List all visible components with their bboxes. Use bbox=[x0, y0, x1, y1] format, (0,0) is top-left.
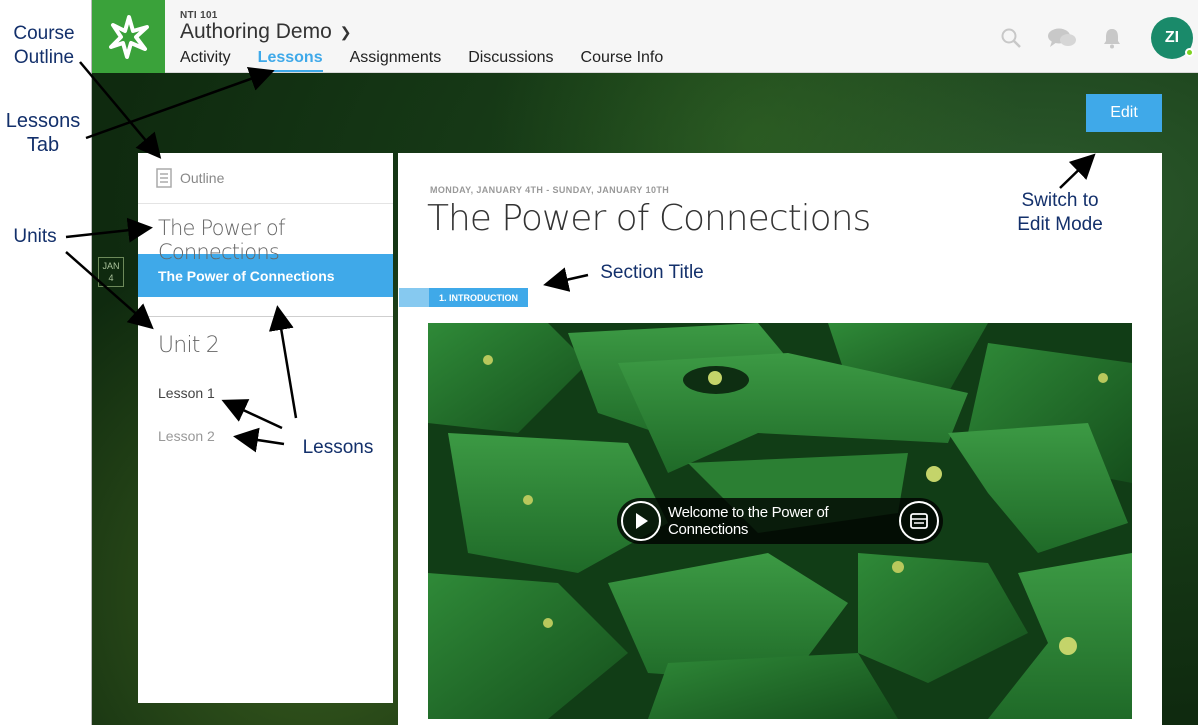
unit-title[interactable]: The Power of Connections bbox=[138, 204, 393, 264]
annotation-edit-mode: Switch to Edit Mode bbox=[1004, 189, 1116, 237]
lesson-outline-sidebar: Outline The Power of Connections The Pow… bbox=[138, 153, 393, 703]
chevron-down-icon: ❯ bbox=[339, 23, 352, 40]
chat-icon[interactable] bbox=[1047, 27, 1077, 49]
date-badge-day: 4 bbox=[108, 273, 114, 283]
edit-button[interactable]: Edit bbox=[1086, 94, 1162, 132]
date-badge-month: JAN bbox=[102, 261, 120, 271]
video-title-bar[interactable]: Welcome to the Power of Connections bbox=[617, 498, 943, 544]
tab-activity[interactable]: Activity bbox=[180, 49, 231, 72]
asterisk-logo-icon bbox=[108, 14, 149, 59]
video-player[interactable]: Welcome to the Power of Connections bbox=[428, 323, 1132, 719]
outline-label: Outline bbox=[180, 170, 225, 186]
date-badge: JAN 4 bbox=[98, 257, 124, 287]
page-title: The Power of Connections bbox=[427, 198, 871, 239]
play-button[interactable] bbox=[621, 501, 661, 541]
course-nav-tabs: Activity Lessons Assignments Discussions… bbox=[180, 49, 690, 72]
tab-assignments[interactable]: Assignments bbox=[350, 49, 442, 72]
search-icon[interactable] bbox=[1000, 27, 1022, 49]
top-bar: NTI 101 Authoring Demo ❯ Activity Lesson… bbox=[92, 0, 1198, 73]
section-strip-stub bbox=[399, 288, 429, 307]
screenshot-stage: NTI 101 Authoring Demo ❯ Activity Lesson… bbox=[0, 0, 1198, 725]
play-icon bbox=[636, 513, 648, 529]
bell-icon[interactable] bbox=[1101, 27, 1123, 49]
annotation-section-title: Section Title bbox=[600, 262, 704, 283]
annotation-line: Lessons bbox=[5, 110, 81, 132]
unit-title[interactable]: Unit 2 bbox=[138, 317, 393, 367]
tab-course-info[interactable]: Course Info bbox=[581, 49, 664, 72]
online-status-icon bbox=[1185, 48, 1194, 57]
annotation-course-outline: Course Outline bbox=[5, 22, 83, 70]
course-title-dropdown[interactable]: Authoring Demo ❯ bbox=[180, 20, 351, 44]
outline-toggle[interactable]: Outline bbox=[138, 153, 393, 204]
date-range: MONDAY, JANUARY 4TH - SUNDAY, JANUARY 10… bbox=[430, 185, 670, 195]
annotation-line: Edit Mode bbox=[1017, 214, 1103, 235]
tab-lessons[interactable]: Lessons bbox=[257, 49, 323, 72]
section-title-strip: 1. INTRODUCTION bbox=[399, 288, 529, 307]
annotation-line: Outline bbox=[13, 47, 75, 68]
annotation-lessons: Lessons bbox=[302, 437, 374, 458]
app-window: NTI 101 Authoring Demo ❯ Activity Lesson… bbox=[91, 0, 1198, 725]
course-title: Authoring Demo bbox=[180, 20, 332, 43]
lesson-content: MONDAY, JANUARY 4TH - SUNDAY, JANUARY 10… bbox=[398, 153, 1162, 725]
tab-discussions[interactable]: Discussions bbox=[468, 49, 553, 72]
app-logo[interactable] bbox=[92, 0, 165, 73]
annotation-units: Units bbox=[13, 226, 57, 247]
section-title: 1. INTRODUCTION bbox=[429, 288, 529, 307]
avatar-initials: ZI bbox=[1164, 29, 1180, 46]
avatar[interactable]: ZI bbox=[1151, 17, 1194, 59]
annotation-line: Switch to bbox=[1021, 190, 1099, 211]
annotation-line: Tab bbox=[26, 134, 60, 156]
lesson-item[interactable]: Lesson 1 bbox=[138, 371, 393, 414]
video-title: Welcome to the Power of Connections bbox=[668, 504, 829, 538]
transcript-button[interactable] bbox=[899, 501, 939, 541]
transcript-icon bbox=[910, 513, 928, 529]
annotation-lessons-tab: Lessons Tab bbox=[0, 109, 86, 157]
document-icon bbox=[156, 168, 172, 188]
annotation-line: Course bbox=[13, 23, 75, 44]
